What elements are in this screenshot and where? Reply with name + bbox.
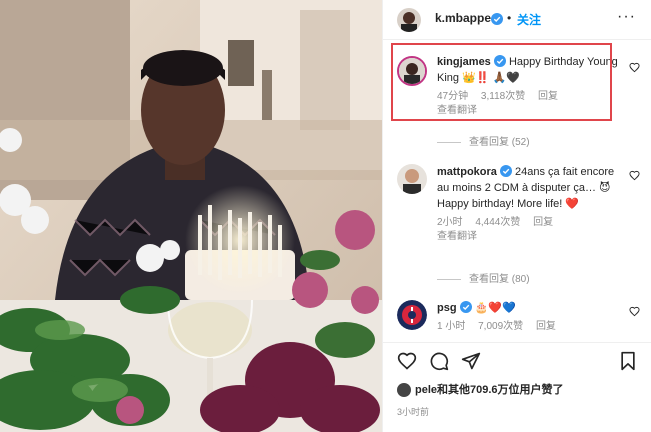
comment-likes[interactable]: 4,444次赞 xyxy=(475,217,520,228)
like-comment-heart-icon[interactable] xyxy=(629,306,640,317)
likes-count-text[interactable]: 和其他709.6万位用户赞了 xyxy=(437,384,564,396)
comment-text-line2: Happy birthday! More life! ❤️ xyxy=(437,198,580,210)
comment-psg: psg 🎂❤️💙 1 小时 7,009次赞 回复 xyxy=(383,300,651,340)
like-heart-icon[interactable] xyxy=(397,351,417,371)
bookmark-icon[interactable] xyxy=(618,351,638,371)
comment-body: mattpokora 24ans ça fait encore au moins… xyxy=(437,164,627,245)
follow-button[interactable]: 关注 xyxy=(517,11,541,28)
comment-time: 2小时 xyxy=(437,217,463,228)
post-header: k.mbappe • 关注 ··· xyxy=(383,0,651,40)
replies-divider xyxy=(437,141,461,143)
commenter-username[interactable]: mattpokora xyxy=(437,166,497,178)
comment-time: 1 小时 xyxy=(437,321,466,332)
view-replies-link[interactable]: 查看回复 (52) xyxy=(437,133,530,148)
reply-button[interactable]: 回复 xyxy=(533,217,553,228)
comment-mattpokora: mattpokora 24ans ça fait encore au moins… xyxy=(383,164,651,264)
post-actions-bar xyxy=(383,342,651,378)
view-replies-label[interactable]: 查看回复 (80) xyxy=(469,274,530,285)
comment-meta: 2小时 4,444次赞 回复 xyxy=(437,215,627,229)
verified-icon xyxy=(499,165,512,177)
comment-meta: 1 小时 7,009次赞 回复 xyxy=(437,319,627,333)
verified-icon xyxy=(459,301,472,313)
see-translation-link[interactable]: 查看翻译 xyxy=(437,229,627,245)
like-comment-heart-icon[interactable] xyxy=(629,170,640,181)
commenter-avatar[interactable] xyxy=(397,164,427,194)
commenter-username[interactable]: psg xyxy=(437,302,457,314)
liker-avatar xyxy=(397,383,411,398)
view-replies-link[interactable]: 查看回复 (80) xyxy=(437,270,530,285)
likes-summary[interactable]: pele和其他709.6万位用户赞了 xyxy=(397,381,564,398)
highlight-box xyxy=(391,43,612,121)
separator-dot: • xyxy=(507,11,512,25)
replies-divider xyxy=(437,278,461,280)
comment-bubble-icon[interactable] xyxy=(429,351,449,371)
liker-username[interactable]: pele xyxy=(415,384,437,396)
more-options-icon[interactable]: ··· xyxy=(617,9,636,25)
author-username[interactable]: k.mbappe xyxy=(435,11,491,25)
author-avatar[interactable] xyxy=(397,8,421,32)
comment-text: 🎂❤️💙 xyxy=(474,302,516,314)
verified-icon xyxy=(491,12,503,30)
post-timestamp: 3小时前 xyxy=(397,407,430,417)
comment-likes[interactable]: 7,009次赞 xyxy=(478,321,523,332)
post-photo xyxy=(0,0,382,432)
share-paper-plane-icon[interactable] xyxy=(461,351,481,371)
commenter-avatar[interactable] xyxy=(397,300,427,330)
comment-body: psg 🎂❤️💙 1 小时 7,009次赞 回复 xyxy=(437,300,627,333)
like-comment-heart-icon[interactable] xyxy=(629,62,640,73)
reply-button[interactable]: 回复 xyxy=(536,321,556,332)
view-replies-label[interactable]: 查看回复 (52) xyxy=(469,137,530,148)
